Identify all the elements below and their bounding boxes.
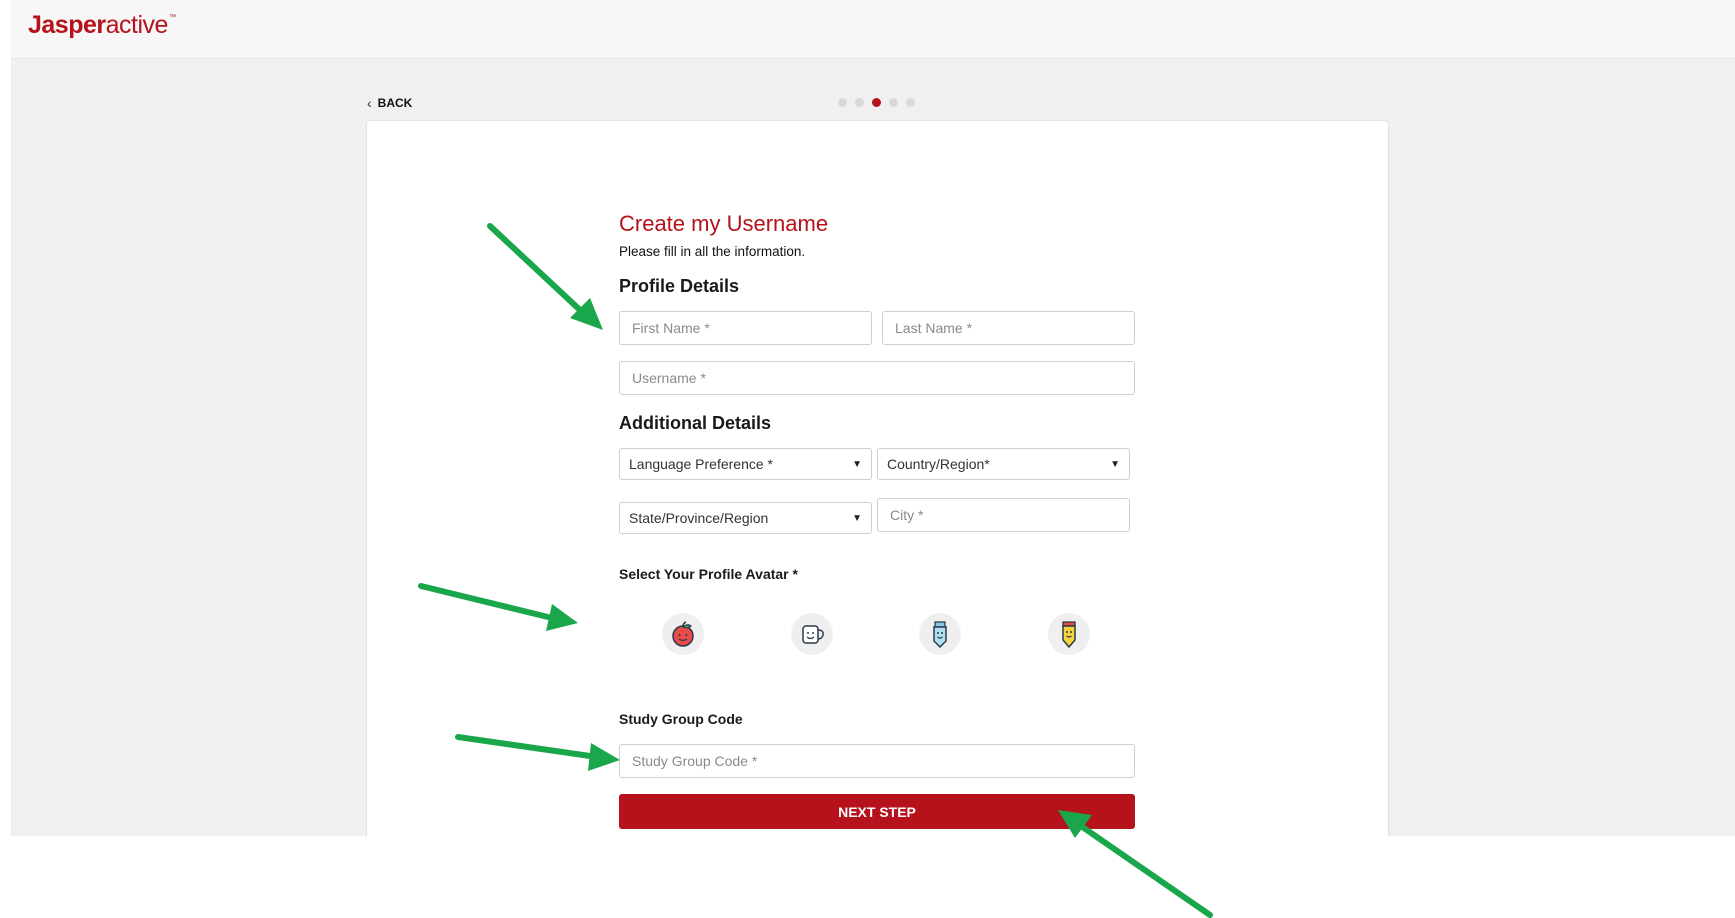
step-dot [906, 98, 915, 107]
next-step-button[interactable]: NEXT STEP [619, 794, 1135, 829]
country-region-select[interactable]: Country/Region* ▼ [877, 448, 1130, 480]
study-group-label: Study Group Code [619, 711, 743, 727]
language-select-value: Language Preference * [629, 456, 773, 472]
first-name-input[interactable] [619, 311, 872, 345]
caret-down-icon: ▼ [852, 458, 862, 470]
profile-details-heading: Profile Details [619, 276, 740, 296]
step-indicator [838, 98, 915, 107]
apple-avatar-icon[interactable] [662, 613, 704, 655]
study-group-code-input[interactable] [619, 744, 1135, 778]
caret-down-icon: ▼ [852, 512, 862, 524]
country-select-value: Country/Region* [887, 456, 990, 472]
state-province-select[interactable]: State/Province/Region ▼ [619, 502, 872, 534]
back-button[interactable]: ‹ BACK [367, 95, 412, 111]
state-select-value: State/Province/Region [629, 510, 769, 526]
page-title: Create my Username [619, 211, 829, 236]
step-dot [855, 98, 864, 107]
additional-details-heading: Additional Details [619, 413, 772, 433]
back-label: BACK [377, 96, 413, 110]
annotation-arrow-icon [1078, 823, 1213, 918]
language-preference-select[interactable]: Language Preference * ▼ [619, 448, 872, 480]
step-dot [838, 98, 847, 107]
jasperactive-logo[interactable]: Jasperactive™ [28, 11, 176, 40]
step-dot [889, 98, 898, 107]
mug-avatar-icon[interactable] [791, 613, 833, 655]
step-dot-active [872, 98, 881, 107]
caret-down-icon: ▼ [1110, 458, 1120, 470]
chevron-left-icon: ‹ [367, 95, 372, 111]
page-subtitle: Please fill in all the information. [619, 244, 806, 259]
city-input[interactable] [877, 498, 1130, 532]
top-bar: Jasperactive™ [11, 0, 1735, 59]
last-name-input[interactable] [882, 311, 1135, 345]
avatar-label: Select Your Profile Avatar * [619, 566, 798, 582]
username-input[interactable] [619, 361, 1135, 395]
pencil-avatar-icon[interactable] [1048, 613, 1090, 655]
marker-avatar-icon[interactable] [919, 613, 961, 655]
